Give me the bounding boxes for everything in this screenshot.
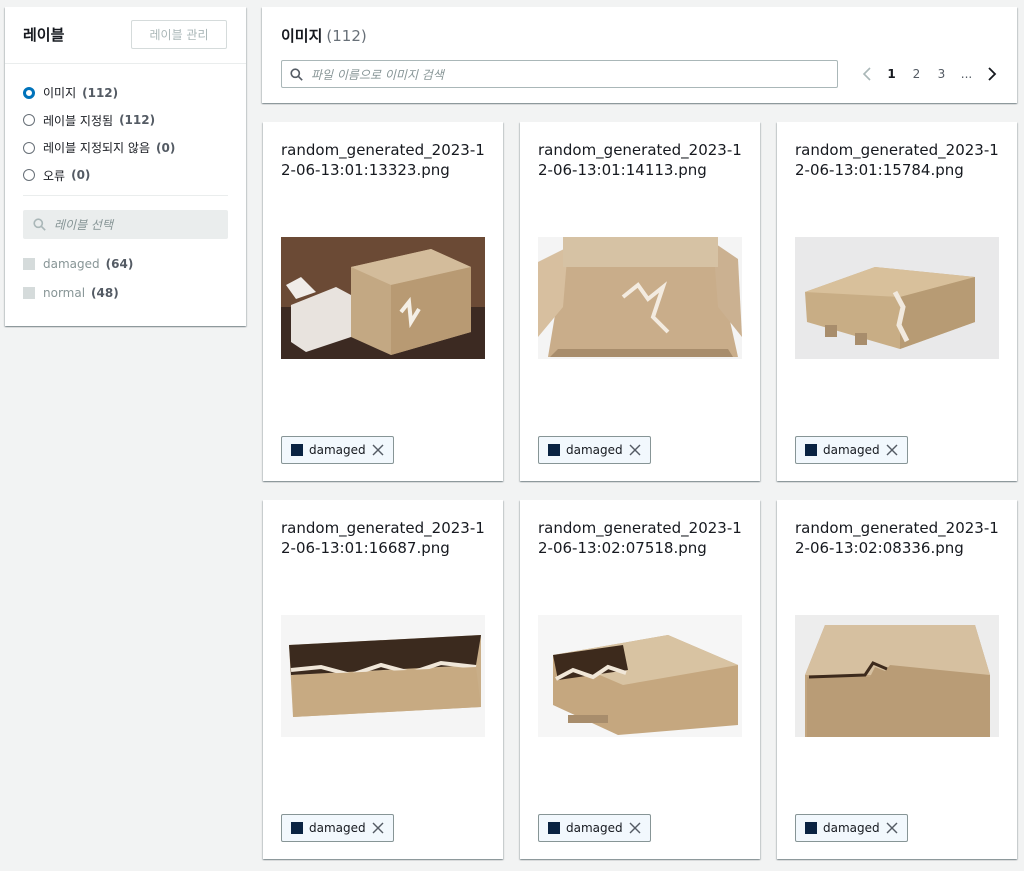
label-tag: damaged — [281, 436, 394, 464]
image-filename: random_generated_2023-12-06-13:02:08336.… — [795, 519, 999, 557]
page-3-button[interactable]: 3 — [929, 67, 954, 81]
chevron-right-icon — [987, 67, 996, 81]
filter-count: (0) — [156, 140, 176, 155]
label-option-normal[interactable]: normal (48) — [23, 279, 133, 308]
search-icon — [290, 67, 303, 81]
label-name: damaged — [43, 257, 100, 272]
images-header: 이미지 (112) 파일 이름으로 이미지 검색 1 2 3 ... — [262, 7, 1017, 103]
label-color-swatch — [805, 822, 817, 834]
page-1-button[interactable]: 1 — [879, 67, 904, 81]
sidebar-header: 레이블 레이블 관리 — [5, 7, 246, 64]
filter-label: 레이블 지정됨 — [43, 113, 114, 128]
label-option-damaged[interactable]: damaged (64) — [23, 250, 133, 279]
close-icon — [629, 444, 641, 456]
filter-count: (0) — [71, 168, 91, 183]
image-card[interactable]: random_generated_2023-12-06-13:01:13323.… — [263, 122, 503, 481]
label-count: (64) — [105, 257, 134, 272]
remove-label-button[interactable] — [372, 444, 384, 456]
image-card[interactable]: random_generated_2023-12-06-13:01:14113.… — [520, 122, 760, 481]
label-tag-text: damaged — [566, 443, 623, 457]
image-filename: random_generated_2023-12-06-13:01:15784.… — [795, 141, 999, 179]
pagination: 1 2 3 ... — [854, 63, 1004, 85]
label-select-placeholder: 레이블 선택 — [54, 218, 114, 232]
chevron-left-icon — [862, 67, 871, 81]
label-name: normal — [43, 285, 86, 300]
label-select-input[interactable]: 레이블 선택 — [23, 210, 228, 239]
image-card[interactable]: random_generated_2023-12-06-13:02:07518.… — [520, 500, 760, 859]
filter-errors[interactable]: 오류 (0) — [23, 162, 175, 190]
checkbox-disabled-icon[interactable] — [23, 258, 35, 271]
label-tag: damaged — [795, 814, 908, 842]
image-thumbnail[interactable] — [538, 615, 742, 737]
page-title-text: 이미지 — [281, 27, 323, 45]
label-color-swatch — [291, 822, 303, 834]
image-filename: random_generated_2023-12-06-13:01:14113.… — [538, 141, 742, 179]
image-count: (112) — [326, 27, 367, 45]
label-tag: damaged — [281, 814, 394, 842]
image-thumbnail[interactable] — [795, 615, 999, 737]
prev-page-button[interactable] — [854, 67, 879, 81]
remove-label-button[interactable] — [372, 822, 384, 834]
radio-unchecked-icon[interactable] — [23, 169, 35, 182]
label-color-swatch — [805, 444, 817, 456]
label-tag: damaged — [795, 436, 908, 464]
image-card[interactable]: random_generated_2023-12-06-13:01:16687.… — [263, 500, 503, 859]
filter-label: 이미지 — [43, 86, 77, 101]
label-color-swatch — [291, 444, 303, 456]
page-ellipsis: ... — [960, 67, 973, 81]
divider — [23, 195, 228, 196]
remove-label-button[interactable] — [629, 822, 641, 834]
filter-count: (112) — [82, 85, 119, 100]
filter-count: (112) — [119, 113, 156, 128]
image-filter-radio-group: 이미지 (112) 레이블 지정됨 (112) 레이블 지정되지 않음 (0) … — [23, 79, 175, 189]
next-page-button[interactable] — [979, 67, 1004, 81]
filter-all-images[interactable]: 이미지 (112) — [23, 79, 175, 107]
close-icon — [886, 822, 898, 834]
radio-unchecked-icon[interactable] — [23, 114, 35, 127]
page-title: 이미지 (112) — [281, 25, 367, 46]
image-card[interactable]: random_generated_2023-12-06-13:02:08336.… — [777, 500, 1017, 859]
remove-label-button[interactable] — [629, 444, 641, 456]
image-thumbnail[interactable] — [538, 237, 742, 359]
filter-unlabeled[interactable]: 레이블 지정되지 않음 (0) — [23, 134, 175, 162]
image-filename: random_generated_2023-12-06-13:01:13323.… — [281, 141, 485, 179]
label-tag: damaged — [538, 436, 651, 464]
radio-checked-icon[interactable] — [23, 86, 35, 99]
image-thumbnail[interactable] — [281, 237, 485, 359]
close-icon — [372, 444, 384, 456]
image-thumbnail[interactable] — [281, 615, 485, 737]
close-icon — [629, 822, 641, 834]
image-filename: random_generated_2023-12-06-13:01:16687.… — [281, 519, 485, 557]
checkbox-disabled-icon[interactable] — [23, 286, 35, 299]
label-color-swatch — [548, 822, 560, 834]
sidebar-title: 레이블 — [23, 26, 65, 44]
label-count: (48) — [91, 285, 119, 300]
label-sidebar: 레이블 레이블 관리 이미지 (112) 레이블 지정됨 (112) 레이블 지… — [5, 7, 246, 326]
remove-label-button[interactable] — [886, 444, 898, 456]
filter-label: 레이블 지정되지 않음 — [43, 141, 150, 156]
remove-label-button[interactable] — [886, 822, 898, 834]
filter-labeled[interactable]: 레이블 지정됨 (112) — [23, 107, 175, 135]
image-filename: random_generated_2023-12-06-13:02:07518.… — [538, 519, 742, 557]
image-card[interactable]: random_generated_2023-12-06-13:01:15784.… — [777, 122, 1017, 481]
label-tag-text: damaged — [309, 443, 366, 457]
label-tag: damaged — [538, 814, 651, 842]
label-tag-text: damaged — [566, 821, 623, 835]
search-placeholder: 파일 이름으로 이미지 검색 — [311, 67, 444, 82]
page-2-button[interactable]: 2 — [904, 67, 929, 81]
label-tag-text: damaged — [823, 443, 880, 457]
label-tag-text: damaged — [309, 821, 366, 835]
image-search-input[interactable]: 파일 이름으로 이미지 검색 — [281, 60, 838, 88]
close-icon — [372, 822, 384, 834]
label-checkbox-list: damaged (64) normal (48) — [23, 250, 133, 307]
filter-label: 오류 — [43, 168, 66, 183]
close-icon — [886, 444, 898, 456]
radio-unchecked-icon[interactable] — [23, 141, 35, 154]
manage-labels-button[interactable]: 레이블 관리 — [131, 20, 227, 49]
label-color-swatch — [548, 444, 560, 456]
label-tag-text: damaged — [823, 821, 880, 835]
search-icon — [33, 218, 46, 231]
image-thumbnail[interactable] — [795, 237, 999, 359]
